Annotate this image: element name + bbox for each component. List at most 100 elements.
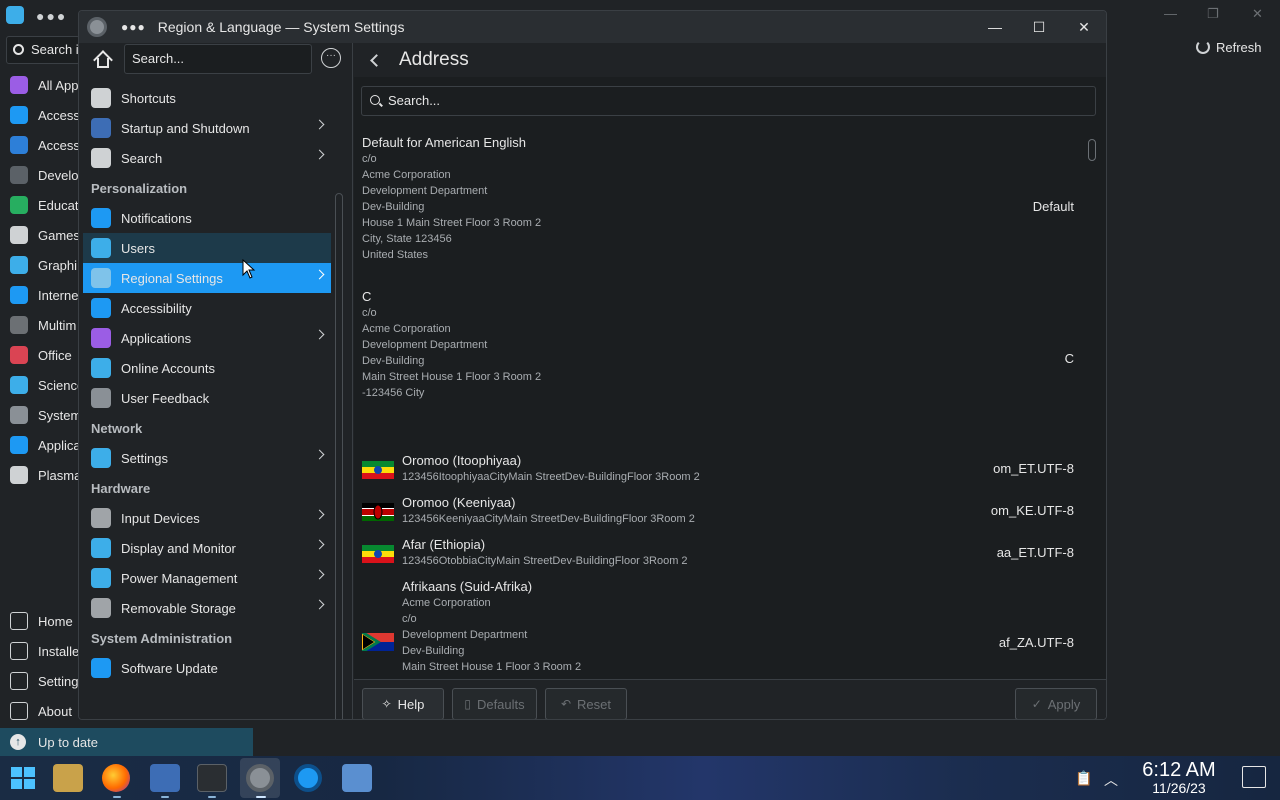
window-titlebar[interactable]: ●●● Region & Language — System Settings … (79, 11, 1106, 43)
sidebar-item-users[interactable]: Users (83, 233, 331, 263)
chevron-up-icon[interactable]: ︿ (1104, 770, 1118, 790)
bell-icon (91, 208, 111, 228)
sidebar-item-software-update[interactable]: Software Update (83, 653, 331, 683)
sidebar-item-search[interactable]: Search (83, 143, 331, 173)
sidebar-item-user-feedback[interactable]: User Feedback (83, 383, 331, 413)
sidebar-item-settings[interactable]: Settings (83, 443, 331, 473)
category-item-science[interactable]: Science (0, 370, 80, 400)
locale-entry-aa-et-utf-8[interactable]: Afar (Ethiopia) 123456OtobbiaCityMain Str… (354, 537, 1084, 573)
category-item-system[interactable]: System (0, 400, 80, 430)
entry-locale-value: Default (1032, 199, 1074, 214)
discover-icon[interactable] (294, 764, 322, 792)
category-item-multim[interactable]: Multim (0, 310, 80, 340)
minimize-icon[interactable]: — (985, 17, 1005, 37)
flag-south-africa-icon (362, 633, 394, 651)
clipboard-icon[interactable]: 📋 (1075, 770, 1092, 787)
reset-button[interactable]: ↶ Reset (545, 688, 627, 719)
sidebar-item-accessibility[interactable]: Accessibility (83, 293, 331, 323)
users-icon (91, 238, 111, 258)
locale-entry-om-et-utf-8[interactable]: Oromoo (Itoophiyaa) 123456ItoophiyaaCityM… (354, 453, 1084, 489)
entry-line: United States (362, 249, 429, 261)
entry-line: Dev-Building (362, 201, 425, 213)
flag-kenya-icon (362, 503, 394, 521)
locale-code: om_ET.UTF-8 (993, 461, 1074, 476)
sidebar-item-power-management[interactable]: Power Management (83, 563, 331, 593)
mouse-cursor-icon (242, 259, 256, 279)
category-item-graphi[interactable]: Graphi (0, 250, 80, 280)
help-button[interactable]: ✧ Help (362, 688, 444, 719)
store-icon[interactable] (150, 764, 180, 792)
close-icon[interactable]: ✕ (1074, 17, 1094, 37)
chevron-right-icon (314, 449, 325, 460)
category-item-office[interactable]: Office (0, 340, 80, 370)
minimize-icon[interactable]: — (1164, 6, 1177, 21)
category-item-access[interactable]: Access (0, 100, 80, 130)
sidebar-search-input[interactable]: Search... (124, 44, 312, 74)
folder-icon[interactable] (342, 764, 372, 792)
sidebar-item-startup-and-shutdown[interactable]: Startup and Shutdown (83, 113, 331, 143)
firefox-icon[interactable] (102, 764, 130, 792)
category-item-games[interactable]: Games (0, 220, 80, 250)
clock[interactable]: 6:12 AM 11/26/23 (1138, 759, 1220, 796)
category-item-educat[interactable]: Educat (0, 190, 80, 220)
sidebar-scrollbar[interactable] (335, 193, 343, 719)
entry-line: Acme Corporation (362, 323, 451, 335)
launcher-item-installe[interactable]: Installe (0, 636, 80, 666)
grid-icon (10, 642, 28, 660)
maximize-icon[interactable]: ☐ (1029, 17, 1049, 37)
scrollbar-thumb[interactable] (1088, 139, 1096, 161)
page-header: Address (354, 43, 1106, 77)
sidebar-item-shortcuts[interactable]: Shortcuts (83, 83, 331, 113)
sidebar-item-input-devices[interactable]: Input Devices (83, 503, 331, 533)
sidebar-item-display-and-monitor[interactable]: Display and Monitor (83, 533, 331, 563)
address-page: Address Search... Default for American E… (354, 43, 1106, 719)
close-icon[interactable]: ✕ (1252, 6, 1263, 22)
apply-button[interactable]: ✓ Apply (1015, 688, 1097, 719)
back-button[interactable] (370, 53, 383, 67)
refresh-button[interactable]: Refresh (1196, 40, 1262, 55)
home-button[interactable] (91, 48, 115, 72)
page-footer: ✧ Help ▯ Defaults ↶ Reset ✓ Apply (354, 679, 1106, 719)
sidebar-list: Shortcuts Startup and Shutdown Search Perso… (83, 83, 331, 683)
plasma-icon (10, 466, 28, 484)
category-item-interne[interactable]: Interne (0, 280, 80, 310)
window-menu-icon[interactable]: ●●● (121, 20, 146, 34)
sidebar-item-notifications[interactable]: Notifications (83, 203, 331, 233)
launcher-item-home[interactable]: Home (0, 606, 80, 636)
address-list-scrollbar[interactable] (1088, 139, 1096, 679)
category-item-develo[interactable]: Develo (0, 160, 80, 190)
address-entry-default-for-american-english[interactable]: Default for American English c/o Acme Corp… (354, 135, 1084, 285)
show-desktop-button[interactable] (1242, 766, 1266, 788)
education-icon (10, 196, 28, 214)
locale-entry-af-za-utf-8[interactable]: Afrikaans (Suid-Afrika) Acme Corporation c… (354, 579, 1084, 677)
entry-line: House 1 Main Street Floor 3 Room 2 (362, 217, 542, 229)
start-menu-button[interactable] (8, 764, 38, 792)
locale-address-line: Main Street House 1 Floor 3 Room 2 (402, 661, 582, 673)
address-search-input[interactable]: Search... (361, 86, 1096, 116)
background-search-input[interactable]: Search i (6, 36, 80, 64)
maximize-icon[interactable]: ❐ (1207, 6, 1219, 22)
category-item-plasma[interactable]: Plasma (0, 460, 80, 490)
settings-app-icon (87, 17, 107, 37)
launcher-item-setting[interactable]: Setting (0, 666, 80, 696)
locale-entry-om-ke-utf-8[interactable]: Oromoo (Keeniyaa) 123456KeeniyaaCityMain … (354, 495, 1084, 531)
category-item-applica[interactable]: Applica (0, 430, 80, 460)
terminal-icon[interactable] (197, 764, 227, 792)
update-status-bar[interactable]: ↑ Up to date (0, 728, 253, 756)
more-icon[interactable]: ●●● (36, 8, 67, 24)
sidebar-item-applications[interactable]: Applications (83, 323, 331, 353)
file-manager-icon[interactable] (53, 764, 83, 792)
power-icon (91, 568, 111, 588)
sidebar-item-online-accounts[interactable]: Online Accounts (83, 353, 331, 383)
defaults-button[interactable]: ▯ Defaults (452, 688, 537, 719)
windows-logo-icon (11, 767, 35, 789)
address-entry-c[interactable]: Cc/o Acme Corporation Development Departme… (354, 289, 1084, 439)
system-settings-taskbar-icon[interactable] (246, 764, 274, 792)
sidebar-item-removable-storage[interactable]: Removable Storage (83, 593, 331, 623)
sidebar-item-regional-settings[interactable]: Regional Settings (83, 263, 331, 293)
multimedia-icon (10, 316, 28, 334)
category-item-access[interactable]: Access (0, 130, 80, 160)
more-options-icon[interactable]: ··· (321, 48, 341, 68)
category-item-all-app[interactable]: All App (0, 70, 80, 100)
launcher-item-about[interactable]: About (0, 696, 80, 726)
